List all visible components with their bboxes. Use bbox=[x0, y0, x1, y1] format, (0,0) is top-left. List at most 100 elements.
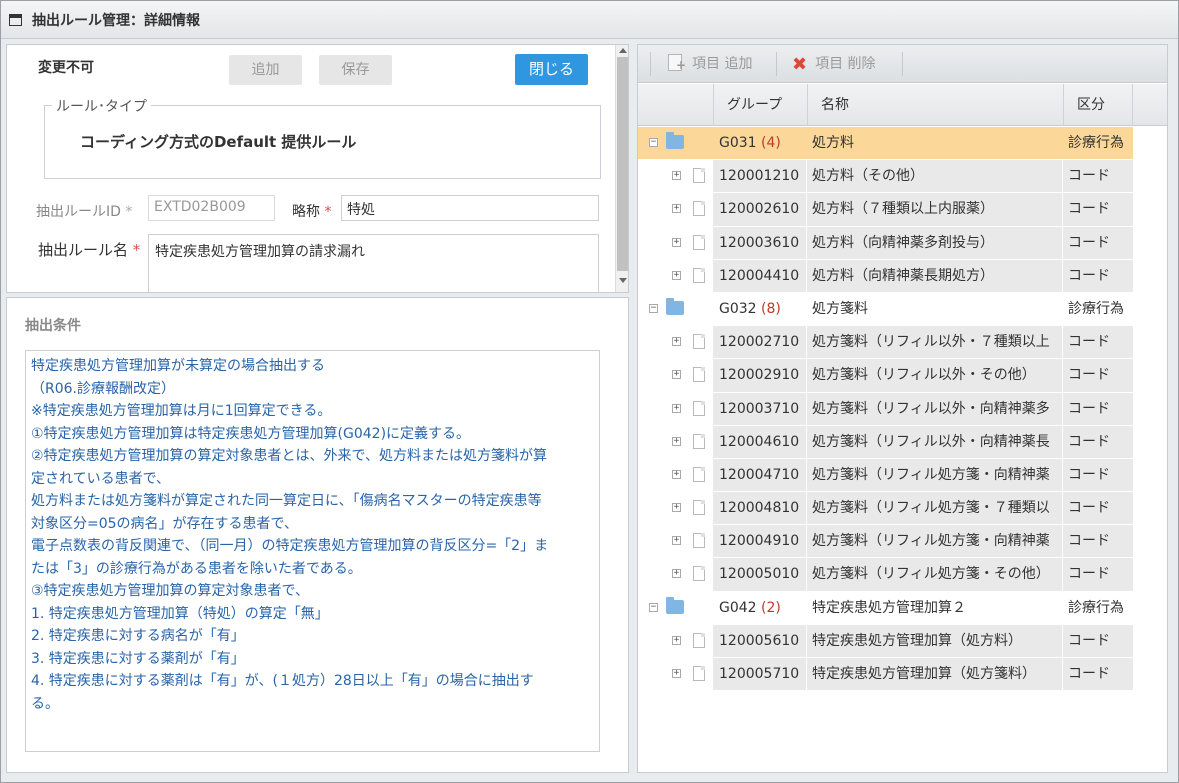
add-button[interactable]: 追加 bbox=[229, 55, 302, 85]
conditions-text-area[interactable]: 特定疾患処方管理加算が未算定の場合抽出する （R06.診療報酬改定） ※特定疾患処方… bbox=[25, 350, 600, 752]
scroll-down-icon[interactable] bbox=[619, 278, 627, 283]
delete-item-button[interactable]: ✖ 項目 削除 bbox=[792, 53, 876, 75]
required-mark: * bbox=[125, 204, 133, 220]
item-row[interactable]: +120001210 処方料（その他） コード bbox=[638, 160, 1133, 194]
expand-toggle-icon[interactable]: + bbox=[672, 171, 681, 181]
kubun-cell: 診療行為 bbox=[1068, 300, 1124, 317]
expand-toggle-icon[interactable]: + bbox=[672, 436, 681, 446]
row-code: 120004710 bbox=[719, 466, 800, 483]
expand-toggle-icon[interactable]: + bbox=[672, 503, 681, 513]
name-cell: 処方箋料（リフィル以外・向精神薬長 bbox=[807, 425, 1062, 458]
file-icon bbox=[693, 201, 705, 217]
item-row[interactable]: +120002710 処方箋料（リフィル以外・７種類以上 コード bbox=[638, 326, 1133, 360]
row-icons: + bbox=[638, 492, 713, 524]
expand-toggle-icon[interactable]: + bbox=[672, 204, 681, 214]
scroll-thumb[interactable] bbox=[617, 57, 628, 271]
item-row[interactable]: +120004810 処方箋料（リフィル処方箋・７種類以 コード bbox=[638, 492, 1133, 526]
column-header-kubun[interactable]: 区分 bbox=[1063, 84, 1133, 126]
grid-body: − G031 (4) 処方料 診療行為 +120001210 処方料（その他） コード +12… bbox=[638, 127, 1167, 692]
kubun-cell: コード bbox=[1063, 492, 1133, 525]
expand-toggle-icon[interactable]: + bbox=[672, 337, 681, 347]
column-header-name[interactable]: 名称 bbox=[807, 84, 1063, 126]
expand-toggle-icon[interactable]: + bbox=[672, 469, 681, 479]
file-icon bbox=[693, 168, 705, 184]
rule-name-label-text: 抽出ルール名 bbox=[38, 241, 129, 259]
folder-icon bbox=[666, 596, 684, 614]
file-icon bbox=[693, 334, 705, 350]
add-item-button[interactable]: 項目 追加 bbox=[668, 53, 753, 76]
item-row[interactable]: +120005710 特定疾患処方管理加算（処方箋料） コード bbox=[638, 658, 1133, 692]
rule-type-legend: ルール･タイプ bbox=[52, 96, 151, 116]
rule-name-field[interactable]: 特定疾患処方管理加算の請求漏れ bbox=[148, 234, 599, 292]
row-icons: + bbox=[638, 359, 713, 391]
row-icons: + bbox=[638, 260, 713, 292]
row-icons: + bbox=[638, 525, 713, 557]
expand-toggle-icon[interactable]: + bbox=[672, 536, 681, 546]
item-row[interactable]: +120003610 処方料（向精神薬多剤投与） コード bbox=[638, 226, 1133, 260]
group-row[interactable]: − G031 (4) 処方料 診療行為 bbox=[638, 127, 1133, 161]
expand-toggle-icon[interactable]: + bbox=[672, 270, 681, 280]
expand-toggle-icon[interactable]: + bbox=[672, 370, 681, 380]
expand-toggle-icon[interactable]: + bbox=[672, 635, 681, 645]
condition-line: 電子点数表の背反関連で、（同一月）の特定疾患処方管理加算の背反区分=「2」ま bbox=[31, 538, 549, 554]
conditions-pane: 抽出条件 特定疾患処方管理加算が未算定の場合抽出する （R06.診療報酬改定） ※特… bbox=[6, 297, 629, 773]
rule-id-field[interactable]: EXTD02B009 bbox=[148, 195, 275, 221]
grid-header: グループ 名称 区分 bbox=[638, 84, 1167, 126]
row-code: 120004610 bbox=[719, 433, 800, 450]
item-row[interactable]: +120004910 処方箋料（リフィル処方箋・向精神薬 コード bbox=[638, 525, 1133, 559]
file-icon bbox=[693, 234, 705, 250]
name-cell: 処方料（その他） bbox=[807, 160, 1062, 193]
item-row[interactable]: +120003710 処方箋料（リフィル以外・向精神薬多 コード bbox=[638, 392, 1133, 426]
row-code: G031 bbox=[719, 135, 757, 151]
rule-name-label: 抽出ルール名 * bbox=[38, 239, 140, 260]
group-row[interactable]: − G032 (8) 処方箋料 診療行為 bbox=[638, 293, 1133, 327]
item-row[interactable]: +120004610 処方箋料（リフィル以外・向精神薬長 コード bbox=[638, 425, 1133, 459]
item-row[interactable]: +120005010 処方箋料（リフィル処方箋・その他） コード bbox=[638, 558, 1133, 592]
kubun-cell: コード bbox=[1063, 558, 1133, 591]
file-icon bbox=[693, 400, 705, 416]
name-cell: 処方箋料（リフィル以外・向精神薬多 bbox=[807, 392, 1062, 425]
item-grid-pane: 項目 追加 ✖項目 削除 グループ 名称 区分 −G031 (4)処方料診療行為… bbox=[637, 44, 1168, 773]
close-button[interactable]: 閉じる bbox=[515, 54, 588, 85]
item-row[interactable]: +120002610 処方料（７種類以上内服薬） コード bbox=[638, 193, 1133, 227]
window: 抽出ルール管理：詳細情報 変更不可 追加 保存 閉じる ルール･タイプ コーディ… bbox=[0, 0, 1179, 783]
name-cell: 特定疾患処方管理加算２ bbox=[812, 599, 966, 616]
save-button[interactable]: 保存 bbox=[319, 55, 392, 85]
item-row[interactable]: +120005610 特定疾患処方管理加算（処方料） コード bbox=[638, 624, 1133, 658]
vertical-scrollbar[interactable] bbox=[615, 45, 628, 292]
collapse-toggle-icon[interactable]: − bbox=[649, 602, 658, 612]
item-row[interactable]: +120002910 処方箋料（リフィル以外・その他） コード bbox=[638, 359, 1133, 393]
required-mark: * bbox=[324, 204, 332, 220]
expand-toggle-icon[interactable]: + bbox=[672, 403, 681, 413]
kubun-cell: コード bbox=[1063, 259, 1133, 292]
group-cell: 120004610 bbox=[713, 425, 806, 458]
name-cell: 処方料 bbox=[812, 135, 854, 151]
row-code: 120004810 bbox=[719, 500, 800, 517]
scroll-up-icon[interactable] bbox=[619, 48, 627, 53]
add-item-label: 項目 追加 bbox=[692, 56, 753, 72]
group-cell: 120003610 bbox=[713, 226, 806, 259]
rule-type-group: ルール･タイプ コーディング方式のDefault 提供ルール bbox=[44, 96, 601, 179]
required-mark: * bbox=[132, 241, 141, 259]
condition-line: ①特定疾患処方管理加算は特定疾患処方管理加算(G042)に定義する。 bbox=[31, 425, 471, 442]
condition-line: ②特定疾患処方管理加算の算定対象患者とは、外来で、処方料または処方箋料が算 bbox=[31, 448, 547, 464]
row-icons: − bbox=[638, 127, 713, 160]
expand-toggle-icon[interactable]: + bbox=[672, 569, 681, 579]
item-row[interactable]: +120004710 処方箋料（リフィル処方箋・向精神薬 コード bbox=[638, 458, 1133, 493]
kubun-cell: コード bbox=[1063, 193, 1133, 226]
column-header-group[interactable]: グループ bbox=[713, 84, 807, 126]
conditions-label: 抽出条件 bbox=[25, 318, 81, 334]
collapse-toggle-icon[interactable]: − bbox=[649, 303, 658, 313]
row-code: 120004910 bbox=[719, 533, 800, 550]
short-name-field[interactable]: 特処 bbox=[341, 195, 599, 221]
item-row[interactable]: +120004410 処方料（向精神薬長期処方） コード bbox=[638, 259, 1133, 293]
file-icon bbox=[693, 500, 705, 516]
group-cell: 120005010 bbox=[713, 558, 806, 591]
expand-toggle-icon[interactable]: + bbox=[672, 669, 681, 678]
collapse-toggle-icon[interactable]: − bbox=[649, 138, 658, 147]
condition-line: 処方料または処方箋料が算定された同一算定日に、「傷病名マスターの特定疾患等 bbox=[31, 493, 542, 509]
kubun-cell: コード bbox=[1063, 458, 1133, 492]
row-icons: + bbox=[638, 558, 713, 590]
group-row[interactable]: − G042 (2) 特定疾患処方管理加算２ 診療行為 bbox=[638, 592, 1133, 625]
expand-toggle-icon[interactable]: + bbox=[672, 237, 681, 247]
